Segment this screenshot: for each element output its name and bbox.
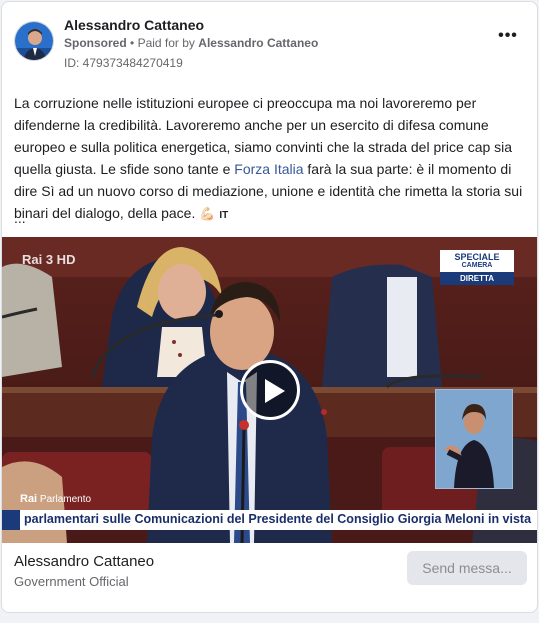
- channel-logo: Rai 3 HD: [22, 252, 76, 267]
- footer-page-name[interactable]: Alessandro Cattaneo: [14, 553, 154, 570]
- see-more-ellipsis[interactable]: ...: [14, 210, 26, 226]
- avatar[interactable]: [14, 21, 54, 61]
- meta-separator: •: [130, 36, 135, 50]
- ad-id: ID: 479373484270419: [64, 56, 183, 70]
- flexed-biceps-emoji: 💪🏻: [199, 206, 216, 221]
- ticker-accent: [2, 510, 20, 530]
- play-icon: [265, 379, 285, 403]
- sign-language-interpreter: [435, 389, 513, 489]
- send-message-button[interactable]: Send messa...: [407, 551, 527, 585]
- rai-brand: Rai: [20, 493, 38, 505]
- post-text: La corruzione nelle istituzioni europee …: [14, 92, 526, 227]
- avatar-image: [15, 22, 53, 60]
- sponsored-meta: Sponsored • Paid for by Alessandro Catta…: [64, 36, 318, 50]
- news-ticker: parlamentari sulle Comunicazioni del Pre…: [2, 510, 537, 530]
- forza-italia-link[interactable]: Forza Italia: [234, 161, 303, 177]
- diretta-badge: DIRETTA: [440, 272, 514, 285]
- footer-page-category: Government Official: [14, 574, 129, 589]
- ticker-text: parlamentari sulle Comunicazioni del Pre…: [24, 512, 532, 526]
- badge-line1: SPECIALE: [454, 252, 500, 262]
- play-button[interactable]: [240, 360, 300, 420]
- rai-parlamento-logo: Rai Parlamento: [20, 493, 91, 505]
- more-horizontal-icon: •••: [498, 27, 518, 44]
- ad-card: Alessandro Cattaneo Sponsored • Paid for…: [1, 1, 538, 613]
- italy-flag-text: IT: [219, 210, 229, 221]
- rai-channel-name: Parlamento: [39, 494, 92, 505]
- advertiser-name[interactable]: Alessandro Cattaneo: [64, 17, 204, 33]
- more-options-button[interactable]: •••: [496, 26, 520, 46]
- interpreter-image: [436, 390, 512, 488]
- video-player[interactable]: Rai 3 HD SPECIALE CAMERA DIRETTA Rai Par…: [2, 237, 537, 543]
- paid-for-prefix: Paid for by: [137, 36, 195, 50]
- badge-line2: CAMERA: [461, 262, 493, 269]
- sponsored-label: Sponsored: [64, 36, 127, 50]
- paid-for-name: Alessandro Cattaneo: [198, 36, 319, 50]
